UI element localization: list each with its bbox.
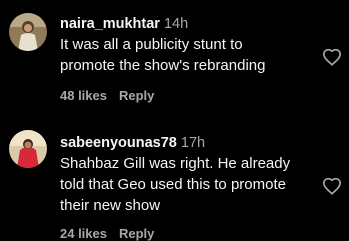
comment-text: It was all a publicity stunt to promote … bbox=[60, 34, 318, 76]
comment-actions: 24 likes Reply bbox=[60, 226, 154, 241]
avatar-image bbox=[9, 130, 47, 168]
avatar[interactable] bbox=[9, 130, 47, 168]
heart-icon bbox=[323, 177, 341, 195]
likes-count[interactable]: 24 likes bbox=[60, 226, 107, 241]
comment-text-line: Shahbaz Gill was right. He already bbox=[60, 155, 291, 172]
timestamp: 17h bbox=[180, 135, 206, 151]
comment-meta: naira_mukhtar 14h bbox=[60, 15, 318, 33]
likes-count[interactable]: 48 likes bbox=[60, 88, 107, 103]
comment-meta: sabeenyounas78 17h bbox=[60, 134, 318, 152]
avatar[interactable] bbox=[9, 13, 47, 51]
like-button[interactable] bbox=[322, 48, 342, 66]
comment-content: sabeenyounas78 17h Shahbaz Gill was right… bbox=[60, 134, 318, 216]
reply-button[interactable]: Reply bbox=[119, 88, 154, 103]
comment-text-line: told that Geo used this to promote bbox=[60, 176, 286, 193]
username[interactable]: sabeenyounas78 bbox=[60, 135, 177, 151]
username[interactable]: naira_mukhtar bbox=[60, 16, 160, 32]
avatar-image bbox=[9, 13, 47, 51]
comment-text-line: their new show bbox=[60, 197, 161, 214]
reply-button[interactable]: Reply bbox=[119, 226, 154, 241]
comment-content: naira_mukhtar 14h It was all a publicity … bbox=[60, 15, 318, 76]
like-button[interactable] bbox=[322, 177, 342, 195]
heart-icon bbox=[323, 48, 341, 66]
comment-text: Shahbaz Gill was right. He already told … bbox=[60, 153, 318, 216]
timestamp: 14h bbox=[163, 16, 189, 32]
comment-text-line: It was all a publicity stunt to bbox=[60, 36, 243, 53]
comment-actions: 48 likes Reply bbox=[60, 88, 154, 103]
comment-text-line: promote the show's rebranding bbox=[60, 57, 266, 74]
